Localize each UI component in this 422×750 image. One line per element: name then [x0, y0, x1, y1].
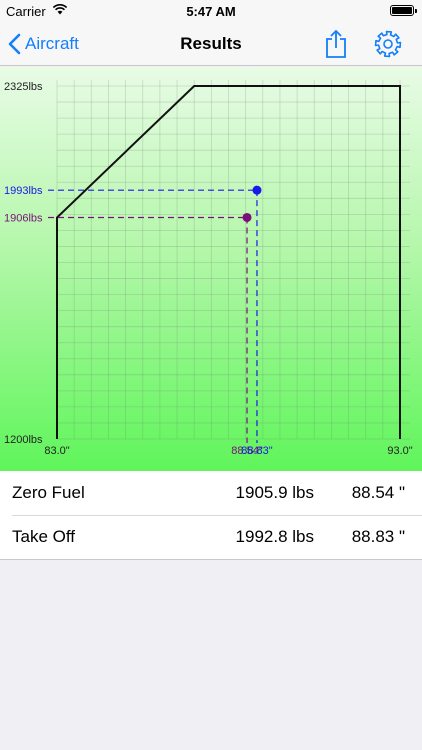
gear-icon: [374, 30, 402, 58]
row-weight: 1905.9 lbs: [235, 483, 314, 502]
take-off-weight-label: 1993lbs: [4, 185, 43, 197]
y-axis-max-label: 2325lbs: [4, 81, 43, 93]
back-button[interactable]: Aircraft: [8, 31, 79, 57]
y-axis-min-label: 1200lbs: [4, 434, 43, 446]
navigation-bar: Aircraft Results: [0, 22, 422, 66]
share-button[interactable]: [323, 29, 349, 59]
row-weight: 1992.8 lbs: [235, 527, 314, 546]
x-axis-max-label: 93.0": [387, 445, 412, 457]
weight-balance-chart: 2325lbs 1200lbs 83.0" 93.0" 1906lbs 88.54" 199…: [0, 67, 422, 471]
zero-fuel-point: [242, 212, 252, 222]
row-label: Zero Fuel: [12, 483, 85, 502]
back-button-label: Aircraft: [25, 34, 79, 53]
results-table: Zero Fuel 1905.9 lbs 88.54 " Take Off 19…: [0, 471, 422, 560]
status-time: 5:47 AM: [186, 4, 236, 19]
result-row-zero-fuel: Zero Fuel 1905.9 lbs 88.54 ": [0, 471, 422, 515]
take-off-arm-label: 88.83": [241, 445, 273, 457]
take-off-point: [252, 185, 262, 195]
chevron-left-icon: [8, 33, 21, 55]
row-arm: 88.83 ": [351, 527, 405, 546]
chart-svg: 2325lbs1200lbs83.0" 93.0"1906lbs88.54"199…: [4, 80, 413, 457]
status-bar: Carrier 5:47 AM: [0, 0, 422, 22]
battery-icon: [390, 5, 417, 16]
x-axis-min-label: 83.0": [44, 445, 69, 457]
settings-button[interactable]: [374, 30, 402, 58]
row-arm: 88.54 ": [351, 483, 405, 502]
result-row-take-off: Take Off 1992.8 lbs 88.83 ": [0, 515, 422, 559]
row-label: Take Off: [12, 527, 75, 546]
zero-fuel-weight-label: 1906lbs: [4, 212, 43, 224]
share-icon: [326, 29, 346, 58]
